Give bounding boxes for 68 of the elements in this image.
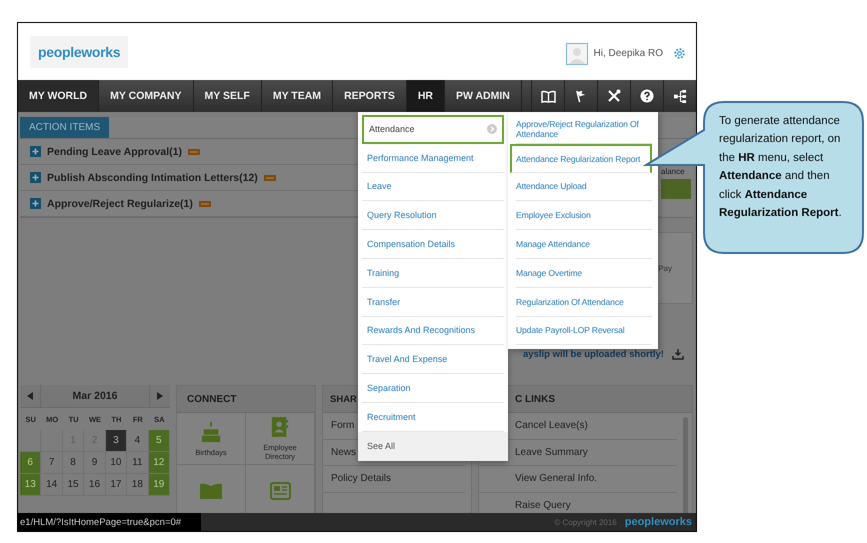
book-icon[interactable]	[540, 90, 556, 102]
balance-bar	[661, 179, 691, 199]
calendar-day[interactable]: 17	[106, 474, 128, 496]
callout-text: To generate attendance regularization report, on the HR menu, select Attendance and then click Attendance Regularization Report.	[719, 114, 843, 222]
menu-item[interactable]: Training	[362, 258, 504, 288]
menu-item[interactable]: Performance Management	[362, 144, 504, 173]
scrollbar[interactable]	[683, 417, 688, 513]
tools-icon[interactable]	[607, 89, 621, 103]
nav-tab[interactable]: MY WORLD	[18, 80, 100, 112]
menu-item[interactable]: Travel And Expense	[362, 345, 504, 374]
action-items-tab[interactable]: ACTION ITEMS	[20, 117, 110, 138]
download-icon[interactable]	[672, 348, 684, 360]
quick-link[interactable]: View General Info.	[479, 466, 677, 492]
right-arrow-icon	[157, 392, 163, 400]
calendar-day[interactable]: 15	[62, 474, 84, 496]
copyright-text: © Copyright 2016	[554, 518, 617, 526]
submenu-item[interactable]: Update Payroll-LOP Reversal	[516, 316, 652, 346]
menu-item[interactable]: See All	[358, 432, 508, 461]
calendar-day[interactable]: 5	[148, 430, 170, 452]
submenu-item[interactable]: Attendance Upload	[516, 172, 652, 202]
submenu-item[interactable]: Regularization Of Attendance	[516, 288, 652, 317]
calendar-day[interactable]: 9	[84, 452, 106, 474]
submenu-item[interactable]: Employee Exclusion	[516, 201, 652, 230]
menu-item[interactable]: Attendance	[362, 115, 504, 144]
logo: peopleworks	[30, 36, 128, 68]
pay-label: Pay	[658, 264, 672, 272]
shared-link[interactable]: Policy Details	[323, 466, 465, 492]
flag-icon[interactable]	[574, 90, 588, 102]
action-item-link[interactable]: Pending Leave Approval(1)	[47, 146, 182, 158]
calendar-day[interactable]: 8	[62, 452, 84, 474]
user-greeting[interactable]: Hi, Deepika RO	[594, 48, 663, 59]
calendar-day[interactable]: 14	[41, 474, 63, 496]
submenu-item[interactable]: Attendance Regularization Report	[510, 144, 652, 173]
calendar-day[interactable]: 16	[84, 474, 106, 496]
action-item-link[interactable]: Approve/Reject Regularize(1)	[47, 198, 193, 210]
calendar-day[interactable]: 7	[41, 452, 63, 474]
expand-icon[interactable]	[30, 146, 41, 157]
sitemap-icon[interactable]	[674, 88, 686, 104]
avatar-icon	[566, 42, 588, 64]
panel-title: CONNECT	[177, 386, 315, 413]
left-arrow-icon	[27, 392, 33, 400]
balance-label: alance	[661, 167, 685, 176]
action-item-link[interactable]: Publish Absconding Intimation Letters(12)	[47, 172, 258, 184]
calendar-month: Mar 2016	[72, 390, 118, 402]
expand-icon[interactable]	[30, 172, 41, 183]
payslip-notice: ayslip will be uploaded shortly!	[523, 348, 664, 360]
submenu-item[interactable]: Approve/Reject Regularization Of Attendance	[516, 115, 652, 144]
settings-icon[interactable]	[673, 47, 686, 60]
menu-item[interactable]: Leave	[362, 172, 504, 202]
menu-item[interactable]: Query Resolution	[362, 201, 504, 230]
expand-icon[interactable]	[30, 198, 41, 209]
calendar-day[interactable]: 6	[20, 452, 42, 474]
menu-item[interactable]: Transfer	[362, 288, 504, 317]
calendar-day[interactable]: 13	[20, 474, 42, 496]
menu-item[interactable]: Rewards And Recognitions	[362, 316, 504, 346]
nav-tab[interactable]: HR	[406, 80, 445, 112]
submenu-item[interactable]: Manage Attendance	[516, 230, 652, 259]
calendar-day[interactable]: 3	[106, 430, 128, 452]
menu-item[interactable]: Compensation Details	[362, 230, 504, 259]
calendar-day[interactable]: 10	[106, 452, 128, 474]
calendar-day[interactable]: 12	[148, 452, 170, 474]
empty-calendar-cell	[41, 430, 63, 452]
menu-item[interactable]: Separation	[362, 374, 504, 403]
submenu-item[interactable]: Manage Overtime	[516, 258, 652, 288]
help-icon[interactable]	[640, 89, 654, 103]
calendar-day[interactable]: 19	[148, 474, 170, 496]
footer-logo: peopleworks	[624, 516, 692, 528]
status-url: e1/HLM/?IsItHomePage=true&pcn=0#	[18, 513, 202, 531]
